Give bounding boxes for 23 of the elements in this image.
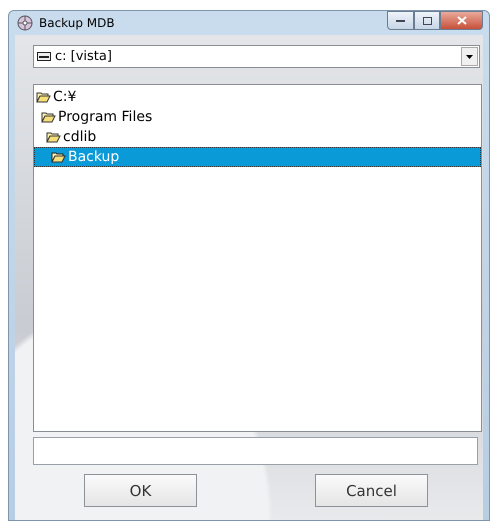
maximize-icon [422, 16, 432, 24]
folder-item[interactable]: C:¥ [34, 87, 481, 107]
caret-icon [466, 54, 473, 58]
drive-icon [37, 52, 51, 61]
path-field[interactable] [33, 437, 478, 465]
close-icon [456, 16, 466, 25]
folder-icon [41, 111, 56, 123]
folder-icon [51, 151, 66, 163]
disc-icon [17, 15, 33, 31]
minimize-button[interactable] [387, 11, 414, 30]
folder-item[interactable]: cdlib [34, 127, 481, 147]
close-button[interactable] [440, 11, 483, 30]
window-title: Backup MDB [39, 16, 116, 30]
drive-select[interactable]: c: [vista] [33, 45, 480, 68]
dropdown-button[interactable] [461, 47, 478, 66]
folder-item[interactable]: Program Files [34, 107, 481, 127]
maximize-button[interactable] [414, 11, 440, 30]
folder-icon [46, 131, 61, 143]
cancel-button[interactable]: Cancel [315, 474, 428, 507]
ok-button[interactable]: OK [84, 474, 197, 507]
folder-icon [36, 91, 51, 103]
minimize-icon [396, 18, 405, 22]
drive-label: c: [vista] [55, 49, 112, 64]
